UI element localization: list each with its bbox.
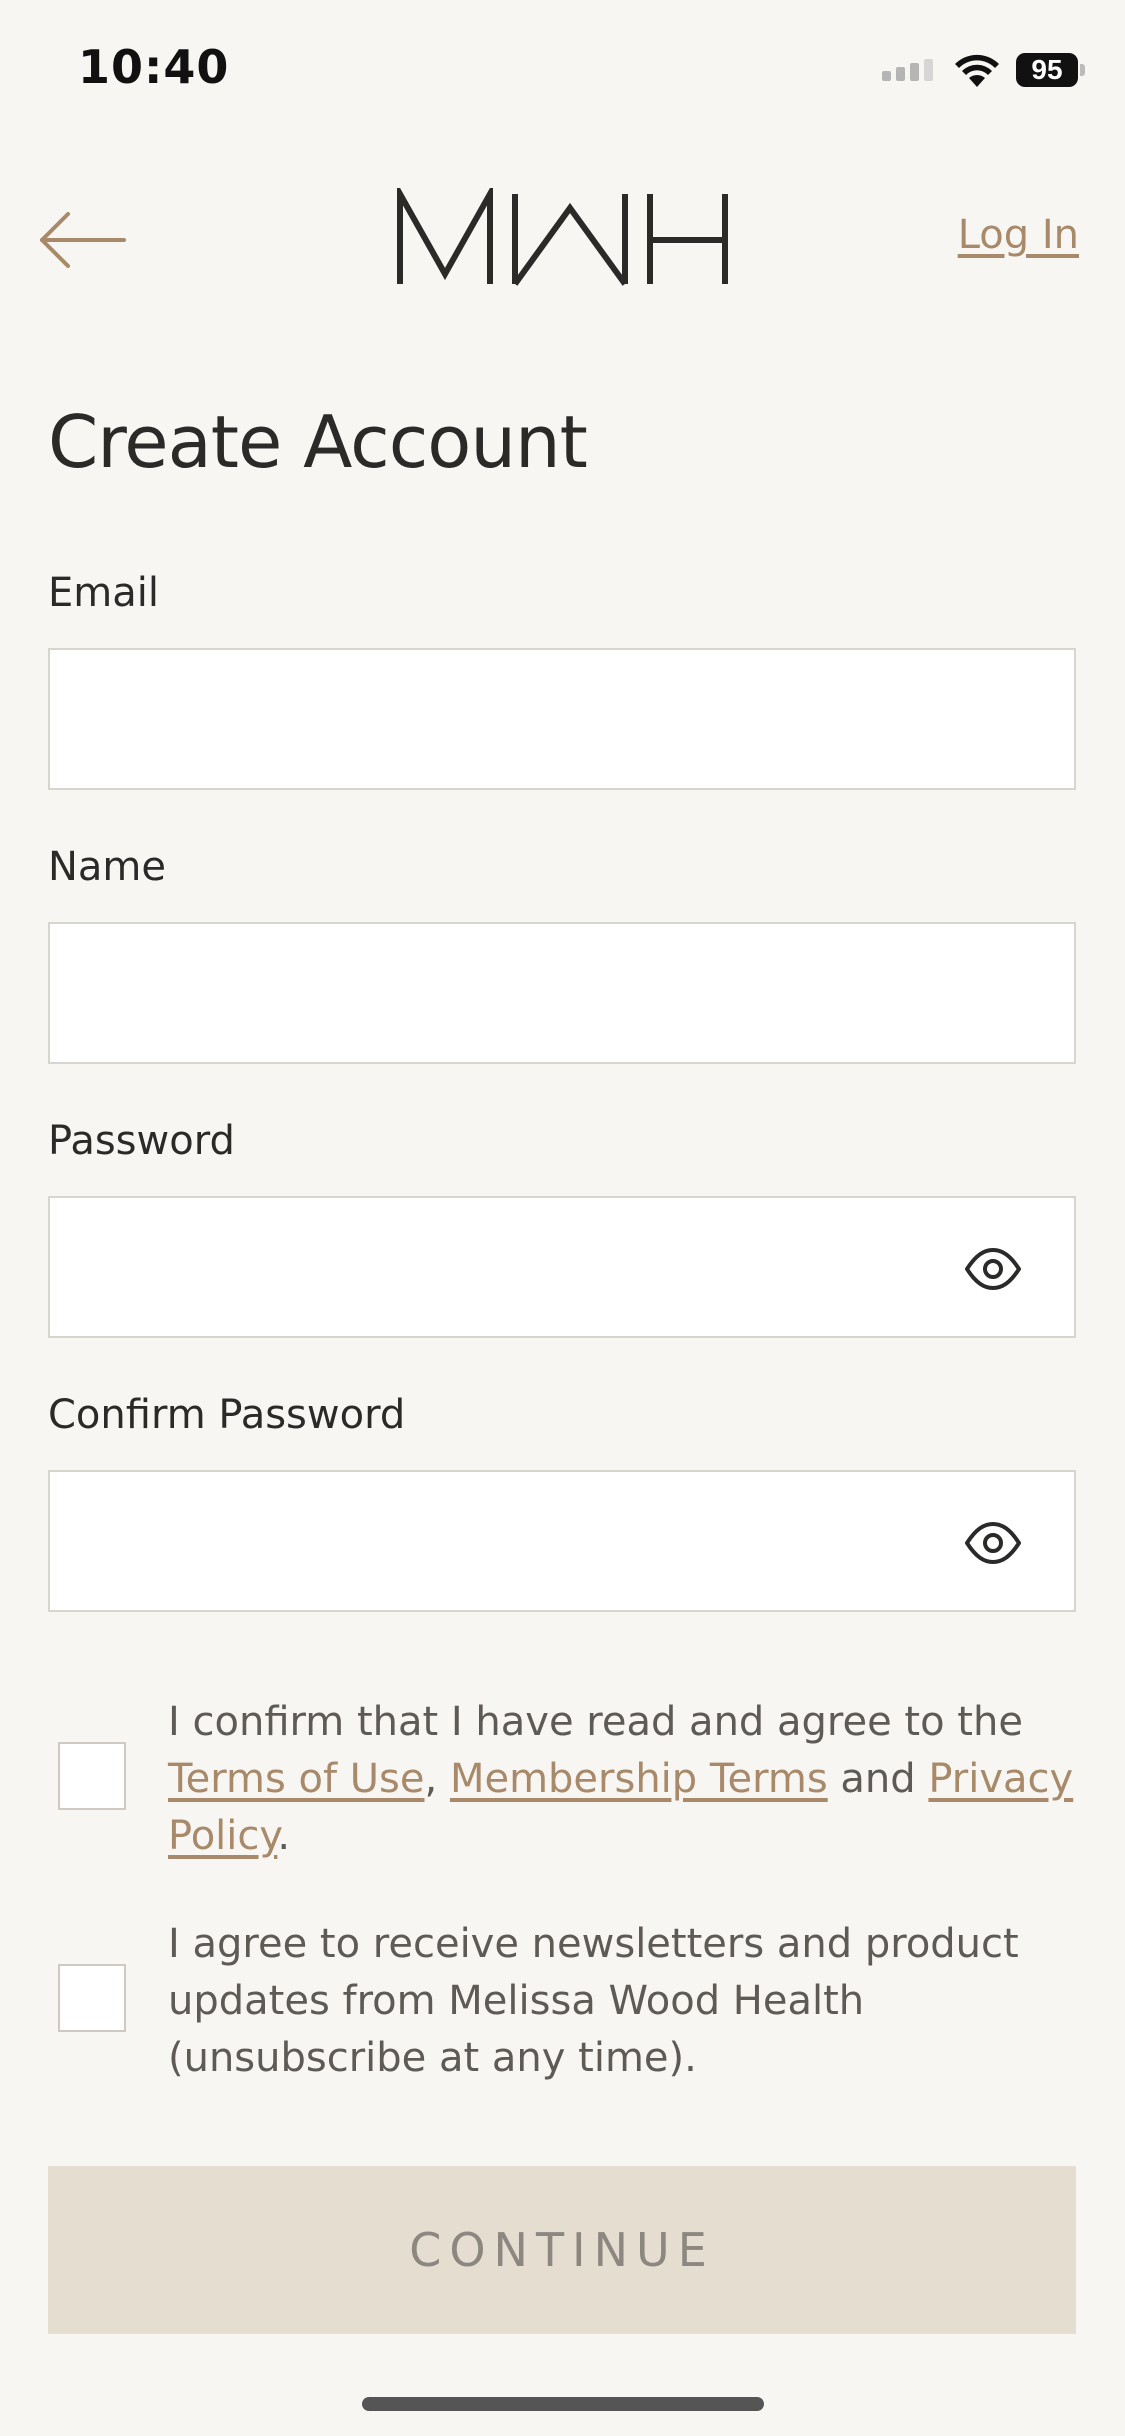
confirm-password-label: Confirm Password (48, 1392, 406, 1438)
email-field-container (48, 648, 1076, 790)
status-icons: 95 (882, 50, 1085, 90)
back-button[interactable] (36, 200, 132, 280)
login-link[interactable]: Log In (958, 212, 1079, 258)
cellular-signal-icon (882, 59, 933, 81)
wifi-icon (955, 54, 999, 87)
mwh-logo (397, 188, 728, 286)
password-label: Password (48, 1118, 235, 1164)
continue-button[interactable]: CONTINUE (48, 2166, 1076, 2334)
eye-icon (965, 1522, 1021, 1564)
status-bar: 10:40 95 (0, 0, 1125, 140)
terms-of-use-link[interactable]: Terms of Use (168, 1756, 425, 1802)
eye-icon (965, 1248, 1021, 1290)
show-confirm-password-button[interactable] (964, 1514, 1022, 1572)
page-title: Create Account (48, 400, 588, 484)
battery-level: 95 (1016, 53, 1078, 87)
password-field-container (48, 1196, 1076, 1338)
terms-checkbox[interactable] (58, 1742, 126, 1810)
arrow-left-icon (40, 212, 126, 268)
battery-icon: 95 (1016, 53, 1085, 87)
confirm-password-field-container (48, 1470, 1076, 1612)
membership-terms-link[interactable]: Membership Terms (450, 1756, 828, 1802)
name-field-container (48, 922, 1076, 1064)
home-indicator (362, 2397, 764, 2411)
nav-header: Log In (0, 170, 1125, 310)
terms-consent-text: I confirm that I have read and agree to … (168, 1699, 1074, 1859)
confirm-password-field[interactable] (50, 1472, 1074, 1610)
password-field[interactable] (50, 1198, 1074, 1336)
newsletter-consent-text: I agree to receive newsletters and produ… (168, 1921, 1019, 2081)
email-label: Email (48, 570, 159, 616)
name-field[interactable] (50, 924, 1074, 1062)
show-password-button[interactable] (964, 1240, 1022, 1298)
name-label: Name (48, 844, 167, 890)
newsletter-checkbox[interactable] (58, 1964, 126, 2032)
status-time: 10:40 (78, 40, 230, 94)
email-field[interactable] (50, 650, 1074, 788)
